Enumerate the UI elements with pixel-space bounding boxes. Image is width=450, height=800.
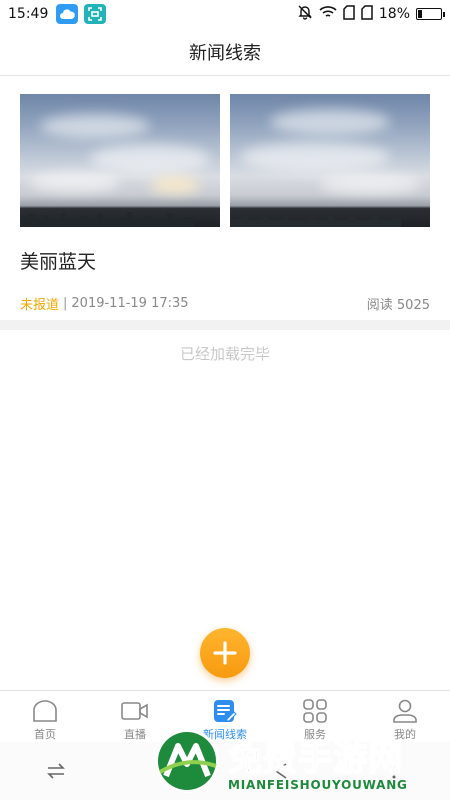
- tab-label: 直播: [124, 728, 146, 741]
- news-date: 2019-11-19 17:35: [71, 296, 189, 311]
- meta-separator: |: [63, 296, 68, 311]
- status-time: 15:49: [8, 6, 49, 22]
- page-title: 新闻线索: [189, 42, 261, 64]
- plus-icon: [213, 641, 237, 665]
- sim2-icon: [361, 4, 373, 24]
- site-watermark: 免费手游网 MIANFEISHOUYOUWANG: [152, 722, 450, 800]
- news-card[interactable]: 美丽蓝天 未报道 | 2019-11-19 17:35 阅读 5025: [0, 76, 450, 320]
- news-photo-1[interactable]: [20, 94, 220, 227]
- report-status: 未报道: [20, 298, 60, 313]
- watermark-en: MIANFEISHOUYOUWANG: [228, 777, 408, 792]
- battery-fill: [418, 10, 422, 18]
- tab-home[interactable]: 首页: [0, 691, 90, 742]
- news-photo-2[interactable]: [230, 94, 430, 227]
- news-clue-icon: [211, 698, 239, 724]
- tab-label: 首页: [34, 728, 56, 741]
- user-icon: [391, 698, 419, 724]
- watermark-logo-icon: [155, 729, 219, 793]
- sim1-icon: [343, 4, 355, 24]
- mute-bell-icon: [297, 4, 313, 24]
- switch-icon[interactable]: [36, 751, 76, 791]
- status-bar: 15:49 18%: [0, 0, 450, 28]
- read-count: 阅读 5025: [366, 298, 430, 313]
- add-clue-button[interactable]: [200, 628, 250, 678]
- weather-cloud-icon: [56, 4, 79, 24]
- video-icon: [121, 698, 149, 724]
- wifi-icon: [319, 5, 337, 23]
- battery-icon: [416, 8, 445, 20]
- battery-percent: 18%: [378, 6, 410, 22]
- header: 新闻线索: [0, 28, 450, 76]
- list-end-message: 已经加载完毕: [179, 345, 270, 363]
- news-meta: 未报道 | 2019-11-19 17:35 阅读 5025: [20, 294, 430, 313]
- scan-icon: [84, 4, 107, 24]
- section-divider: [0, 320, 450, 330]
- news-title[interactable]: 美丽蓝天: [20, 247, 430, 274]
- grid-icon: [301, 698, 329, 724]
- home-icon: [31, 698, 59, 724]
- watermark-cn: 免费手游网: [227, 738, 403, 780]
- news-images: [20, 94, 430, 227]
